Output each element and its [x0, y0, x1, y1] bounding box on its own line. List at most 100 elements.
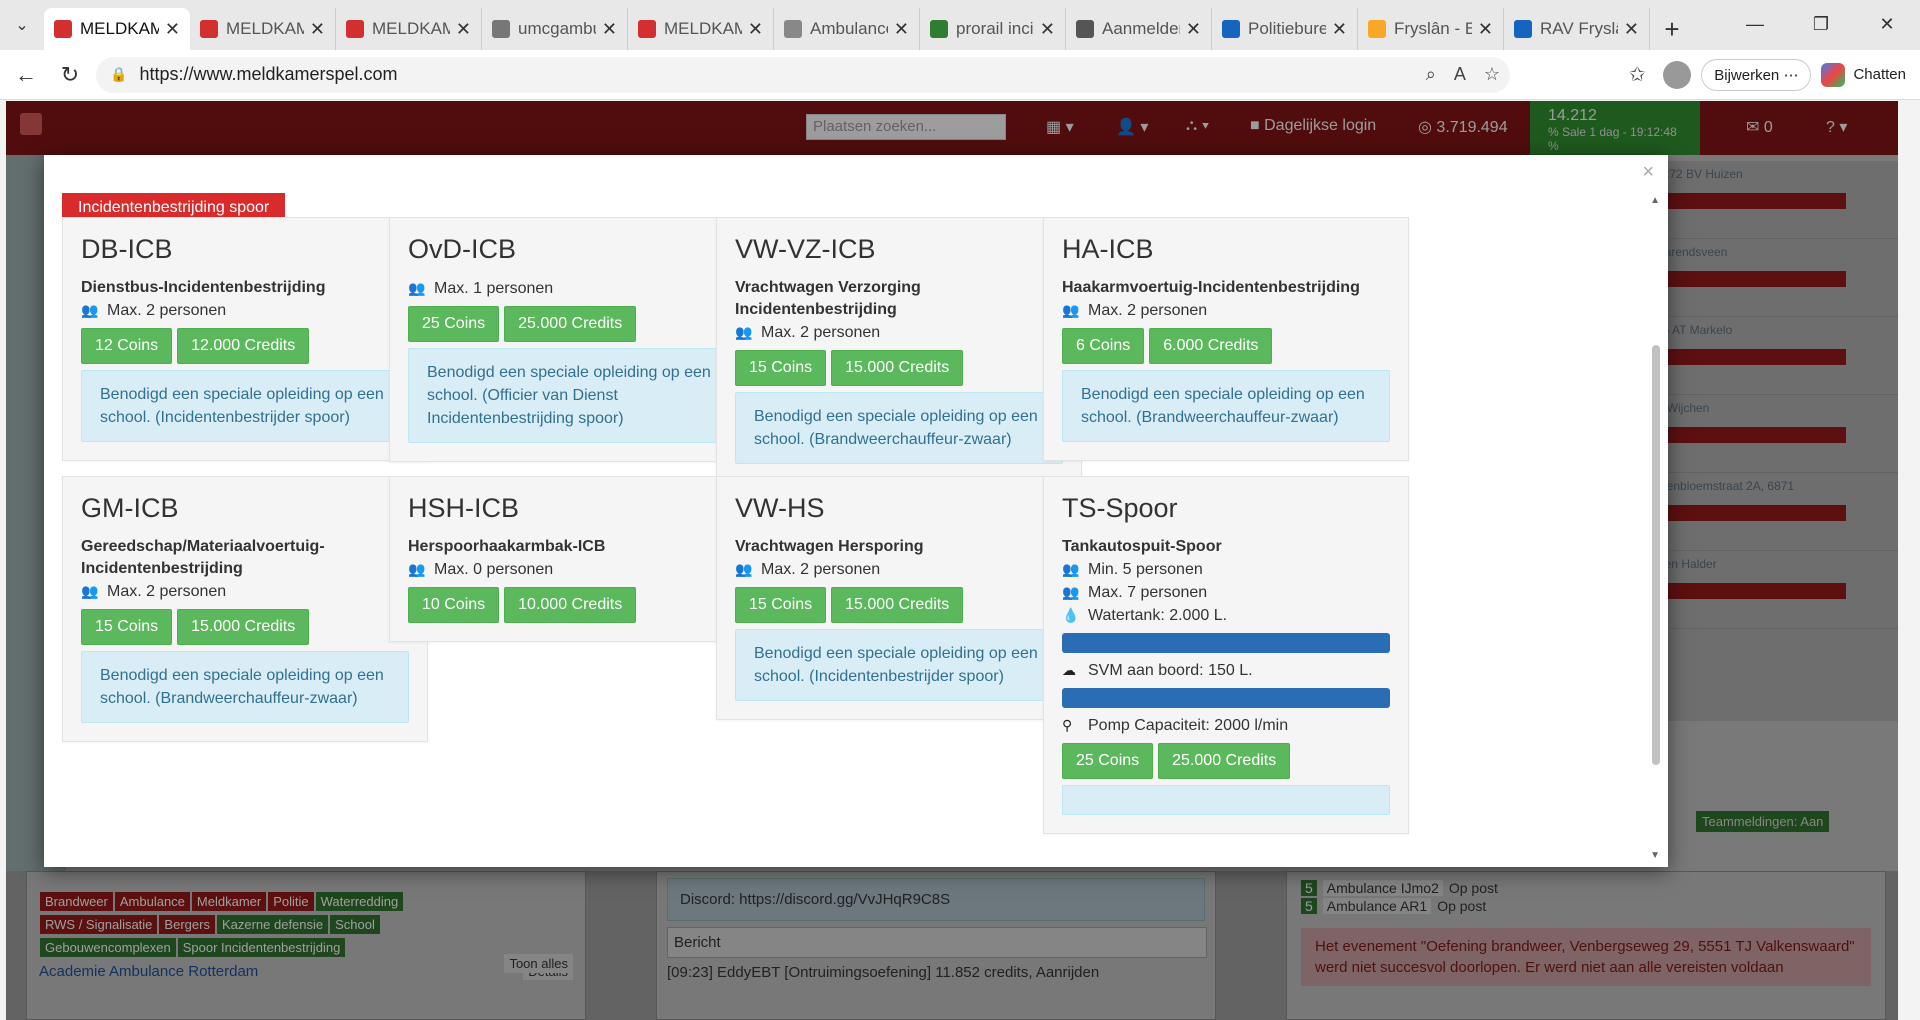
tab-title: umcgambulance [518, 19, 596, 38]
url-field[interactable]: 🔒 https://www.meldkamerspel.com ⌕ A ☆ [96, 56, 1510, 93]
buy-with-coins-button[interactable]: 15 Coins [735, 587, 827, 623]
buy-with-credits-button[interactable]: 25.000 Credits [504, 306, 637, 342]
update-button[interactable]: Bijwerken ⋯ [1701, 58, 1812, 91]
tab-favicon-icon [54, 20, 72, 38]
vehicle-card: VW-HS Vrachtwagen Hersporing 👥 Max. 2 perso… [716, 476, 1082, 720]
buy-with-credits-button[interactable]: 6.000 Credits [1149, 328, 1273, 364]
tab-title: MELDKAMERSPEL [80, 19, 159, 38]
browser-tab[interactable]: Politiebureau ✕ [1212, 8, 1358, 50]
vehicle-full-name: Herspoorhaakarmbak-ICB [408, 538, 606, 555]
personnel-info: 👥 Max. 2 personen [1062, 299, 1390, 322]
new-tab-button[interactable]: + [1650, 8, 1694, 50]
vehicle-purchase-modal: × ▲ ▼ Incidentenbestrijding spoor DB-ICB… [44, 155, 1668, 867]
training-requirement-note: Benodigd een speciale opleiding op een s… [81, 651, 409, 723]
tab-close-icon[interactable]: ✕ [748, 19, 763, 40]
scroll-down-icon[interactable]: ▼ [1650, 850, 1660, 861]
buy-with-credits-button[interactable]: 15.000 Credits [831, 350, 964, 386]
personnel-info: 👥 Max. 2 personen [81, 580, 409, 603]
people-icon: 👥 [735, 561, 753, 577]
buy-with-credits-button[interactable]: 15.000 Credits [177, 609, 310, 645]
close-icon[interactable]: × [1642, 161, 1654, 184]
buy-with-credits-button[interactable]: 12.000 Credits [177, 328, 310, 364]
copilot-label: Chatten [1853, 66, 1906, 83]
training-requirement-note [1062, 785, 1390, 815]
browser-tab[interactable]: Aanmelden ✕ [1066, 8, 1212, 50]
tab-close-icon[interactable]: ✕ [894, 19, 909, 40]
tab-title: Fryslân - Brandweer [1394, 19, 1472, 38]
training-requirement-note: Benodigd een speciale opleiding op een s… [735, 629, 1063, 701]
buy-with-coins-button[interactable]: 15 Coins [735, 350, 827, 386]
personnel-info: 👥 Max. 2 personen [81, 299, 409, 322]
tab-close-icon[interactable]: ✕ [165, 19, 180, 40]
browser-tab[interactable]: MELDKAMERSPEL ✕ [190, 8, 336, 50]
vehicle-code: OvD-ICB [408, 234, 516, 264]
tab-close-icon[interactable]: ✕ [310, 19, 325, 40]
pump-info: ⚲ Pomp Capaciteit: 2000 l/min [1062, 714, 1390, 737]
buy-with-coins-button[interactable]: 15 Coins [81, 609, 173, 645]
browser-tab[interactable]: Fryslân - Brandweer ✕ [1358, 8, 1504, 50]
tab-close-icon[interactable]: ✕ [1040, 19, 1055, 40]
buy-with-credits-button[interactable]: 10.000 Credits [504, 587, 637, 623]
browser-tab[interactable]: Ambulance ✕ [774, 8, 920, 50]
buy-with-coins-button[interactable]: 12 Coins [81, 328, 173, 364]
read-aloud-icon[interactable]: A [1454, 64, 1466, 85]
personnel-info: 👥 Max. 2 personen [735, 321, 1063, 344]
browser-tab[interactable]: prorail incident ✕ [920, 8, 1066, 50]
profile-avatar[interactable] [1663, 60, 1692, 89]
people-icon: 👥 [1062, 584, 1080, 600]
personnel-info: 👥 Max. 2 personen [735, 558, 1063, 581]
tab-favicon-icon [492, 20, 510, 38]
people-icon: 👥 [408, 280, 426, 296]
vehicle-code: GM-ICB [81, 493, 179, 523]
svm-text: SVM aan boord: 150 L. [1088, 662, 1253, 679]
maximize-button[interactable]: ❐ [1788, 0, 1854, 48]
personnel-info: 👥 Min. 5 personen [1062, 558, 1390, 581]
tab-favicon-icon [1076, 20, 1094, 38]
tab-title: prorail incident [956, 19, 1034, 38]
buy-with-credits-button[interactable]: 15.000 Credits [831, 587, 964, 623]
personnel-text: Max. 2 personen [1088, 302, 1208, 319]
vehicle-card: VW-VZ-ICB Vrachtwagen Verzorging Incident… [716, 217, 1082, 483]
personnel-text: Max. 2 personen [107, 583, 227, 600]
personnel-text: Max. 2 personen [107, 302, 227, 319]
tab-title: MELDKAMERSPEL [372, 19, 450, 38]
tab-actions-menu[interactable]: ⌄ [0, 3, 44, 47]
tab-close-icon[interactable]: ✕ [1186, 19, 1201, 40]
refresh-button[interactable]: ↻ [48, 55, 92, 95]
tab-close-icon[interactable]: ✕ [1478, 19, 1493, 40]
purchase-buttons: 25 Coins 25.000 Credits [1062, 743, 1390, 779]
buy-with-coins-button[interactable]: 10 Coins [408, 587, 500, 623]
people-icon: 👥 [1062, 561, 1080, 577]
tab-close-icon[interactable]: ✕ [602, 19, 617, 40]
tab-strip: ⌄ MELDKAMERSPEL✕MELDKAMERSPEL✕MELDKAMERS… [0, 0, 1920, 50]
minimize-button[interactable]: — [1722, 0, 1788, 48]
browser-tab[interactable]: MELDKAMERSPEL ✕ [628, 8, 774, 50]
zoom-icon[interactable]: ⌕ [1426, 64, 1436, 85]
tab-close-icon[interactable]: ✕ [1624, 19, 1639, 40]
tab-favicon-icon [200, 20, 218, 38]
buy-with-credits-button[interactable]: 25.000 Credits [1158, 743, 1291, 779]
tab-favicon-icon [1368, 20, 1386, 38]
close-window-button[interactable]: ✕ [1854, 0, 1920, 48]
vehicle-card: OvD-ICB 👥 Max. 1 personen 25 Coins 25.000 Cr… [389, 217, 755, 462]
browser-tab[interactable]: MELDKAMERSPEL ✕ [336, 8, 482, 50]
buy-with-coins-button[interactable]: 25 Coins [408, 306, 500, 342]
browser-tab[interactable]: MELDKAMERSPEL ✕ [44, 8, 190, 50]
tab-close-icon[interactable]: ✕ [1332, 19, 1347, 40]
buy-with-coins-button[interactable]: 25 Coins [1062, 743, 1154, 779]
training-requirement-note: Benodigd een speciale opleiding op een s… [1062, 370, 1390, 442]
favorite-star-icon[interactable]: ☆ [1484, 64, 1500, 85]
browser-tab[interactable]: umcgambulance ✕ [482, 8, 628, 50]
personnel-info: 👥 Max. 1 personen [408, 277, 736, 300]
tab-favicon-icon [638, 20, 656, 38]
tab-close-icon[interactable]: ✕ [456, 19, 471, 40]
scroll-up-icon[interactable]: ▲ [1650, 195, 1660, 206]
back-button[interactable]: ← [4, 55, 48, 95]
modal-scrollbar[interactable] [1652, 345, 1660, 765]
copilot-button[interactable]: Chatten [1821, 62, 1906, 87]
buy-with-coins-button[interactable]: 6 Coins [1062, 328, 1145, 364]
tab-title: RAV Fryslân [1540, 19, 1618, 38]
pump-text: Pomp Capaciteit: 2000 l/min [1088, 717, 1289, 734]
browser-tab[interactable]: RAV Fryslân ✕ [1504, 8, 1650, 50]
favorites-icon[interactable]: ✩ [1621, 62, 1653, 87]
